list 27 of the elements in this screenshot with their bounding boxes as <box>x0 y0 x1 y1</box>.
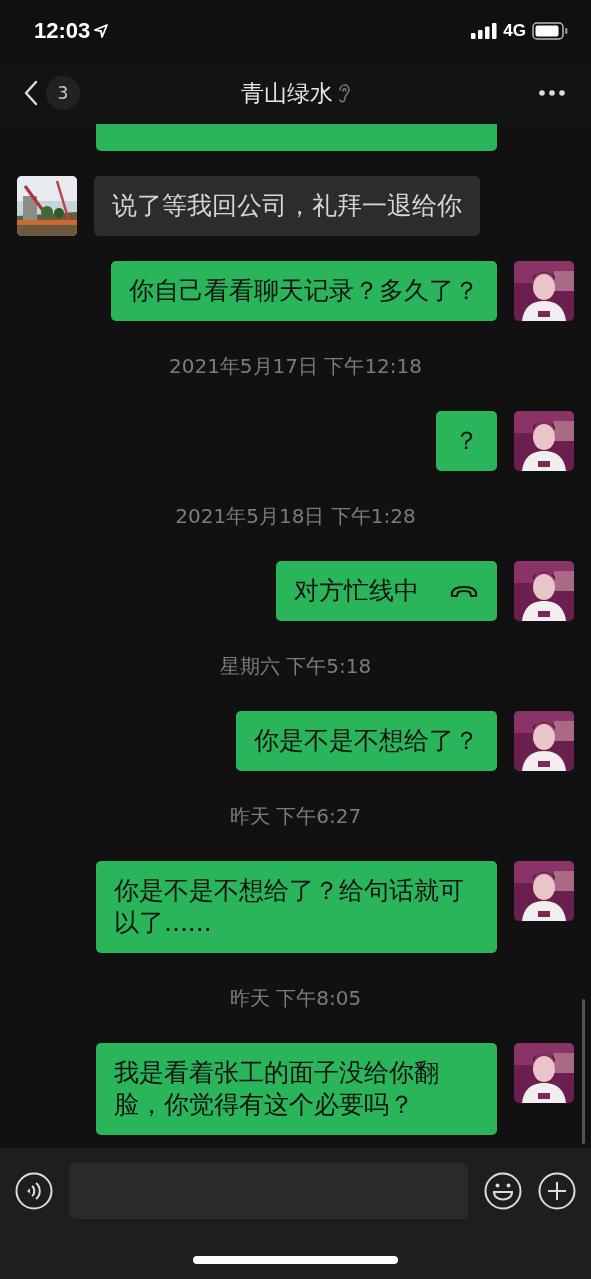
timestamp: 昨天 下午8:05 <box>229 984 362 1012</box>
clock-time: 12:03 <box>34 18 91 44</box>
back-icon[interactable] <box>24 80 38 106</box>
timestamp: 星期六 下午5:18 <box>219 652 372 680</box>
smiley-icon[interactable] <box>484 1172 522 1210</box>
timestamp: 2021年5月17日 下午12:18 <box>168 352 423 380</box>
signal-icon <box>471 23 498 39</box>
message-bubble[interactable]: 你自己看看聊天记录？多久了？ <box>111 261 497 321</box>
plus-icon[interactable] <box>538 1172 576 1210</box>
message-bubble[interactable]: 你是不是不想给了？ <box>236 711 497 771</box>
more-icon[interactable] <box>539 90 565 96</box>
timestamp: 2021年5月18日 下午1:28 <box>175 502 416 530</box>
timestamp: 昨天 下午6:27 <box>229 802 362 830</box>
location-arrow-icon <box>94 24 109 38</box>
battery-icon <box>532 22 568 40</box>
network-label: 4G <box>503 21 526 41</box>
unread-count: 3 <box>46 76 80 110</box>
call-status: 对方忙线中 <box>294 575 419 607</box>
ear-icon <box>336 82 351 104</box>
chat-title: 青山绿水 <box>240 78 333 108</box>
voice-icon[interactable] <box>15 1172 53 1210</box>
message-bubble[interactable]: 说了等我回公司，礼拜一退给你 <box>94 176 480 236</box>
message-bubble[interactable]: 对方忙线中 <box>276 561 497 621</box>
phone-hangup-icon <box>449 584 479 598</box>
message-bubble[interactable]: ？ <box>436 411 497 471</box>
message-bubble[interactable]: 你是不是不想给了？给句话就可以了...... <box>96 861 497 953</box>
message-bubble[interactable]: 我是看着张工的面子没给你翻脸，你觉得有这个必要吗？ <box>96 1043 497 1135</box>
